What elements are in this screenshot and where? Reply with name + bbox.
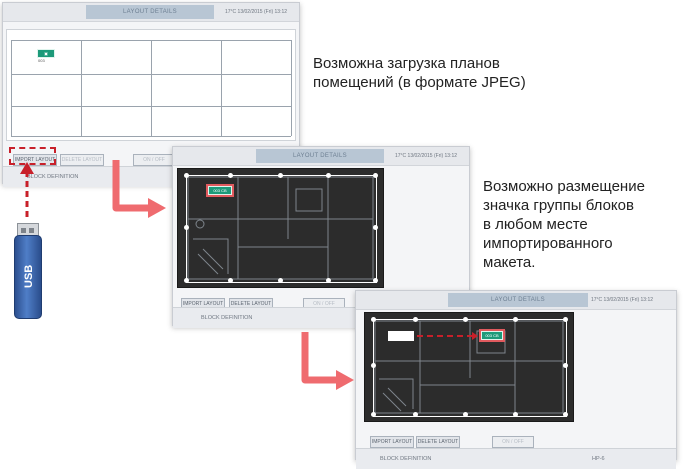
grid-line [11, 136, 291, 137]
resize-handle[interactable] [278, 278, 283, 283]
resize-handle[interactable] [184, 225, 189, 230]
block-definition-tab[interactable]: BLOCK DEFINITION [191, 308, 252, 328]
resize-handle[interactable] [184, 173, 189, 178]
resize-handle[interactable] [513, 317, 518, 322]
screen-1-status: 17°C 13/02/2015 (Fri) 13:12 [225, 9, 288, 15]
usb-plug-hole [29, 228, 34, 233]
on-off-button[interactable]: ON / OFF [133, 154, 175, 166]
block-group-icon[interactable]: 003 CB [206, 184, 234, 197]
resize-handle[interactable] [326, 278, 331, 283]
resize-handle[interactable] [228, 173, 233, 178]
screen-1-layout-canvas[interactable]: ▣ 003 [6, 29, 296, 141]
resize-handle[interactable] [371, 412, 376, 417]
block-group-icon[interactable]: ▣ [37, 49, 55, 58]
usb-stick-icon: USB [14, 235, 42, 319]
resize-handle[interactable] [326, 173, 331, 178]
delete-layout-button[interactable]: DELETE LAYOUT [416, 436, 460, 448]
resize-handle[interactable] [513, 412, 518, 417]
resize-handle[interactable] [278, 173, 283, 178]
caption-place: Возможно размещение значка группы блоков… [483, 177, 683, 272]
screen-2-status: 17°C 13/02/2015 (Fri) 13:12 [395, 153, 458, 159]
screen-3-status: 17°C 13/02/2015 (Fri) 13:12 [591, 297, 654, 303]
caption-place-line: Возможно размещение [483, 178, 645, 195]
resize-handle[interactable] [413, 412, 418, 417]
grid-line [151, 40, 152, 136]
screen-2-title-tab: LAYOUT DETAILS [256, 149, 384, 163]
grid-line [221, 40, 222, 136]
grid-line [11, 40, 12, 136]
caption-import: Возможна загрузка планов помещений (в фо… [313, 55, 526, 91]
resize-handle[interactable] [228, 278, 233, 283]
grid-line [81, 40, 82, 136]
resize-handle[interactable] [563, 317, 568, 322]
layout-screen-3: LAYOUT DETAILS 17°C 13/02/2015 (Fri) 13:… [355, 290, 677, 469]
import-layout-button[interactable]: IMPORT LAYOUT [370, 436, 414, 448]
screen-3-title-bar: LAYOUT DETAILS 17°C 13/02/2015 (Fri) 13:… [356, 291, 676, 310]
screen-3-floor-plan[interactable]: 003 CB [364, 312, 574, 422]
screen-2-title-bar: LAYOUT DETAILS 17°C 13/02/2015 (Fri) 13:… [173, 147, 469, 166]
screen-1-title-bar: LAYOUT DETAILS 17°C 13/02/2015 (Fri) 13:… [3, 3, 299, 22]
screen-2-floor-plan[interactable]: 003 CB [177, 168, 384, 288]
original-icon-position [388, 331, 414, 341]
caption-place-line: в любом месте [483, 216, 588, 233]
on-off-button[interactable]: ON / OFF [492, 436, 534, 448]
screen-3-title-tab: LAYOUT DETAILS [448, 293, 588, 307]
resize-handle[interactable] [371, 363, 376, 368]
block-group-icon-caption: 003 [38, 58, 45, 63]
resize-handle[interactable] [373, 225, 378, 230]
resize-handle[interactable] [463, 412, 468, 417]
resize-handle[interactable] [371, 317, 376, 322]
resize-handle[interactable] [373, 278, 378, 283]
caption-place-line: макета. [483, 254, 536, 271]
move-arrow-head [472, 332, 478, 340]
delete-layout-button[interactable]: DELETE LAYOUT [60, 154, 104, 166]
move-arrow [417, 335, 473, 337]
usb-label: USB [23, 264, 35, 288]
grid-line [291, 40, 292, 136]
caption-place-line: импортированного [483, 235, 613, 252]
block-group-icon[interactable]: 003 CB [479, 329, 505, 342]
import-highlight-box [9, 147, 56, 165]
resize-handle[interactable] [563, 363, 568, 368]
usb-plug-hole [21, 228, 26, 233]
block-definition-tab[interactable]: BLOCK DEFINITION [17, 167, 78, 187]
resize-handle[interactable] [184, 278, 189, 283]
resize-handle[interactable] [373, 173, 378, 178]
screen-1-title-tab: LAYOUT DETAILS [86, 5, 214, 19]
resize-handle[interactable] [413, 317, 418, 322]
resize-handle[interactable] [563, 412, 568, 417]
footer-unit-label: HP-6 [592, 456, 605, 462]
block-definition-tab[interactable]: BLOCK DEFINITION [370, 449, 431, 469]
resize-handle[interactable] [463, 317, 468, 322]
caption-place-line: значка группы блоков [483, 197, 634, 214]
